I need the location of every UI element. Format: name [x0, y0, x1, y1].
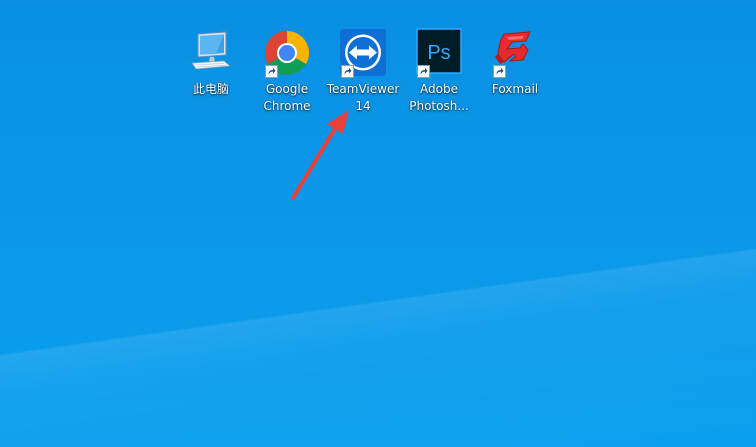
desktop-icon-google-chrome[interactable]: Google Chrome: [254, 28, 320, 115]
foxmail-icon: [490, 28, 540, 78]
shortcut-arrow-icon: [417, 65, 430, 78]
photoshop-icon: Ps: [414, 28, 464, 78]
desktop-icon-adobe-photoshop[interactable]: Ps Adobe Photosh...: [406, 28, 472, 115]
desktop-icon-foxmail[interactable]: Foxmail: [482, 28, 548, 98]
shortcut-arrow-icon: [341, 65, 354, 78]
this-pc-icon: [186, 28, 236, 78]
desktop-icon-teamviewer[interactable]: TeamViewer 14: [327, 28, 399, 115]
shortcut-arrow-icon: [265, 65, 278, 78]
shortcut-arrow-icon: [493, 65, 506, 78]
desktop-icon-label: Foxmail: [491, 82, 539, 96]
annotation-arrow-icon: [291, 110, 349, 200]
desktop-icon-label: 此电脑: [192, 82, 229, 96]
desktop-icon-this-pc[interactable]: 此电脑: [178, 28, 244, 98]
photoshop-glyph: Ps: [427, 42, 450, 64]
chrome-icon: [262, 28, 312, 78]
teamviewer-icon: [338, 28, 388, 78]
desktop[interactable]: 此电脑 Google Chrome TeamViewer 14 Ps Adobe…: [0, 0, 756, 447]
desktop-icon-label: Adobe Photosh...: [409, 82, 469, 113]
